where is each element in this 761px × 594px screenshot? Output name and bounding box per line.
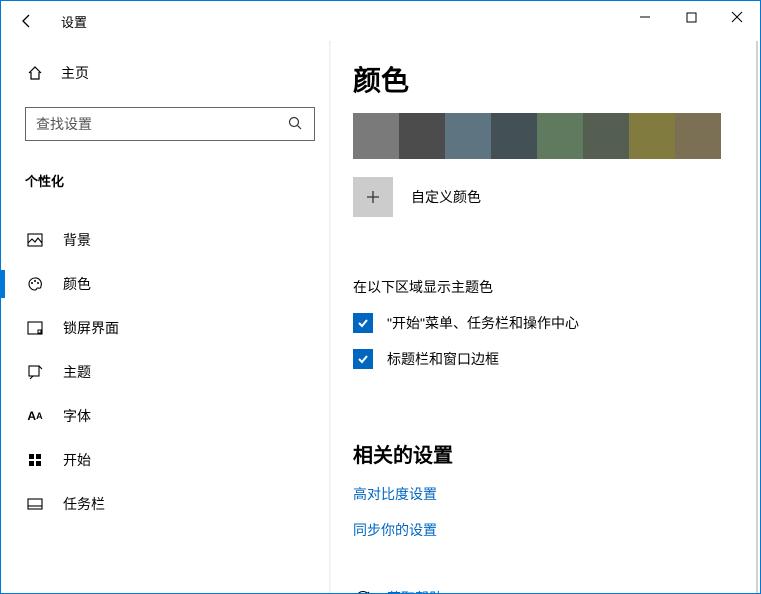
help-row: 获取帮助	[353, 588, 738, 593]
nav-item-label: 颜色	[63, 274, 91, 294]
nav-item-lockscreen[interactable]: 锁屏界面	[1, 306, 321, 350]
link-sync-settings[interactable]: 同步你的设置	[353, 520, 738, 540]
checkbox-start-taskbar[interactable]	[353, 313, 373, 333]
custom-color-label: 自定义颜色	[411, 187, 481, 207]
nav-item-background[interactable]: 背景	[1, 218, 321, 262]
checkbox-row-titlebars: 标题栏和窗口边框	[353, 349, 738, 369]
checkbox-row-start-taskbar: "开始"菜单、任务栏和操作中心	[353, 313, 738, 333]
link-get-help[interactable]: 获取帮助	[387, 588, 443, 593]
custom-color-button[interactable]	[353, 177, 393, 217]
window-title: 设置	[61, 12, 87, 31]
search-icon	[288, 116, 304, 133]
scrollbar[interactable]	[756, 41, 758, 593]
color-swatch[interactable]	[583, 113, 629, 159]
back-button[interactable]	[17, 11, 37, 31]
nav-item-label: 锁屏界面	[63, 318, 119, 338]
checkbox-label: "开始"菜单、任务栏和操作中心	[387, 313, 579, 333]
sidebar: 主页 查找设置 个性化 背景 颜色	[1, 41, 331, 593]
home-label: 主页	[61, 63, 89, 83]
main-content: 颜色 自定义颜色 在以下区域显示主题色 "开始"菜单、任务栏和操作中心	[331, 41, 760, 593]
nav-item-start[interactable]: 开始	[1, 438, 321, 482]
home-icon	[25, 65, 45, 81]
color-swatch[interactable]	[399, 113, 445, 159]
help-icon	[353, 590, 373, 593]
close-button[interactable]	[714, 1, 760, 33]
accent-section-header: 在以下区域显示主题色	[353, 277, 738, 297]
start-icon	[25, 453, 45, 467]
taskbar-icon	[25, 498, 45, 510]
nav-item-label: 开始	[63, 450, 91, 470]
color-swatch[interactable]	[537, 113, 583, 159]
custom-color-row: 自定义颜色	[353, 177, 738, 217]
nav-item-fonts[interactable]: AA 字体	[1, 394, 321, 438]
nav-item-taskbar[interactable]: 任务栏	[1, 482, 321, 526]
nav-item-themes[interactable]: 主题	[1, 350, 321, 394]
color-swatch[interactable]	[491, 113, 537, 159]
page-heading: 颜色	[353, 59, 738, 99]
font-icon: AA	[25, 409, 45, 423]
nav-item-label: 任务栏	[63, 494, 105, 514]
link-high-contrast[interactable]: 高对比度设置	[353, 484, 738, 504]
search-input[interactable]: 查找设置	[25, 107, 315, 141]
theme-icon	[25, 364, 45, 380]
window-controls	[622, 1, 760, 33]
picture-icon	[25, 233, 45, 247]
color-swatch[interactable]	[445, 113, 491, 159]
color-swatch[interactable]	[629, 113, 675, 159]
search-placeholder: 查找设置	[36, 114, 288, 134]
nav-item-label: 背景	[63, 230, 91, 250]
related-settings-header: 相关的设置	[353, 439, 738, 468]
color-swatches	[353, 113, 738, 159]
color-swatch[interactable]	[675, 113, 721, 159]
checkbox-label: 标题栏和窗口边框	[387, 349, 499, 369]
nav-item-label: 主题	[63, 362, 91, 382]
color-swatch[interactable]	[353, 113, 399, 159]
palette-icon	[25, 276, 45, 292]
nav-item-colors[interactable]: 颜色	[1, 262, 321, 306]
maximize-button[interactable]	[668, 1, 714, 33]
checkbox-titlebars[interactable]	[353, 349, 373, 369]
home-link[interactable]: 主页	[25, 53, 321, 93]
lockscreen-icon	[25, 321, 45, 335]
section-header: 个性化	[25, 171, 321, 190]
nav-item-label: 字体	[63, 406, 91, 426]
minimize-button[interactable]	[622, 1, 668, 33]
nav-list: 背景 颜色 锁屏界面 主题	[25, 218, 321, 526]
